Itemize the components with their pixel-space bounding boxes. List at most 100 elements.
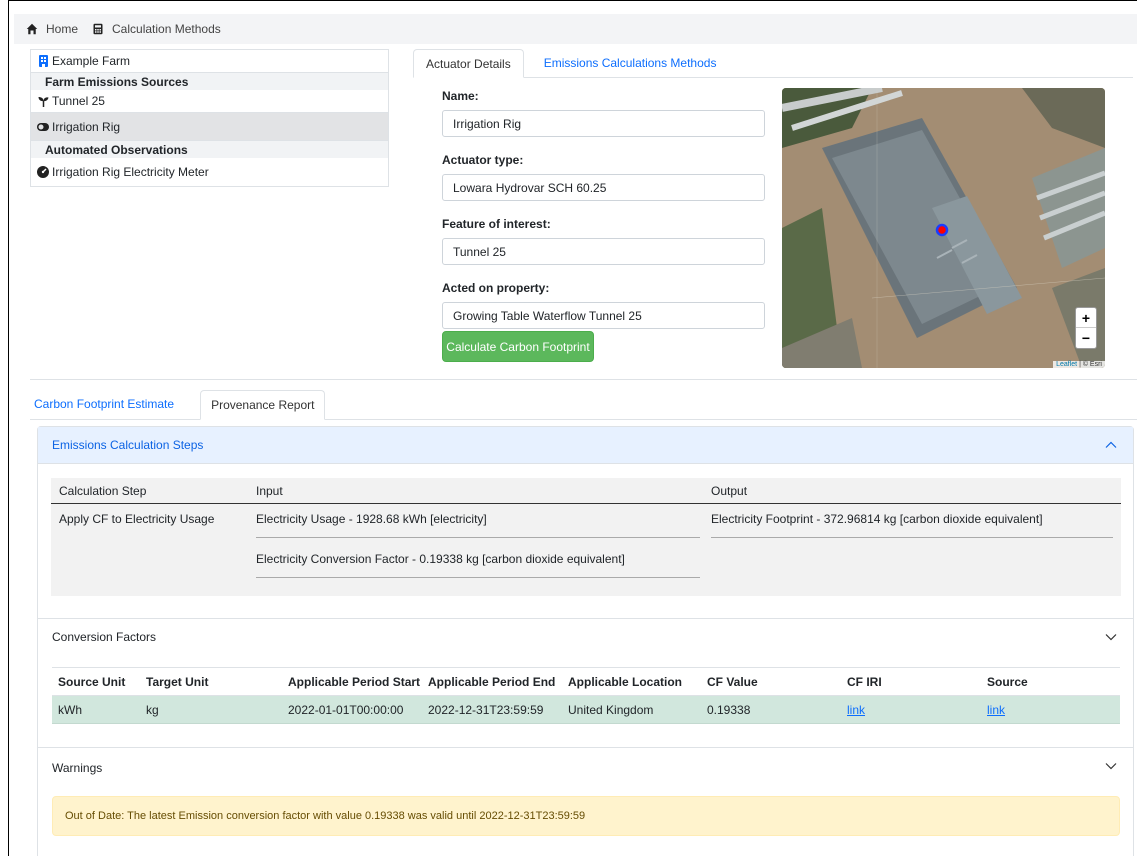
feature-field[interactable]: Tunnel 25: [442, 238, 765, 265]
col-source-unit: Source Unit: [52, 667, 140, 696]
tab-actuator-details[interactable]: Actuator Details: [413, 49, 524, 78]
report-tabs: Carbon Footprint Estimate Provenance Rep…: [30, 390, 1137, 420]
tab-provenance-report[interactable]: Provenance Report: [200, 390, 326, 420]
step-output: Electricity Footprint - 372.96814 kg [ca…: [711, 512, 1043, 526]
tree-irrigation-label: Irrigation Rig: [52, 119, 121, 134]
source-link[interactable]: link: [987, 703, 1005, 717]
gauge-icon: [37, 166, 49, 178]
section-divider: [30, 379, 1137, 380]
chevron-down-icon: [1105, 763, 1117, 770]
actuator-type-field[interactable]: Lowara Hydrovar SCH 60.25: [442, 174, 765, 201]
name-field[interactable]: Irrigation Rig: [442, 110, 765, 137]
conversion-factors-table: Source Unit Target Unit Applicable Perio…: [52, 667, 1120, 724]
emissions-steps-title: Emissions Calculation Steps: [52, 438, 204, 452]
tree-item-farm[interactable]: Example Farm: [31, 50, 388, 73]
col-input: Input: [256, 483, 283, 498]
calculate-carbon-footprint-button[interactable]: Calculate Carbon Footprint: [442, 331, 594, 362]
name-label: Name:: [442, 89, 479, 103]
col-calculation-step: Calculation Step: [59, 483, 147, 498]
warnings-accordion: Warnings Out of Date: The latest Emissio…: [37, 748, 1134, 856]
breadcrumb-home-label: Home: [46, 22, 79, 36]
tab-emissions-methods[interactable]: Emissions Calculations Methods: [532, 48, 729, 77]
attribution-text: | © Esri: [1077, 361, 1102, 368]
actuator-type-value: Lowara Hydrovar SCH 60.25: [453, 180, 607, 195]
col-cf-iri: CF IRI: [841, 667, 981, 696]
calculator-icon: [93, 23, 103, 35]
property-field[interactable]: Growing Table Waterflow Tunnel 25: [442, 302, 765, 329]
property-label: Acted on property:: [442, 281, 550, 295]
conversion-factors-accordion: Conversion Factors Source Unit Target Un…: [37, 619, 1134, 748]
col-target-unit: Target Unit: [140, 667, 282, 696]
cell-source: link: [981, 695, 1120, 724]
chevron-up-icon: [1105, 441, 1117, 448]
breadcrumb: Home Calculation Methods: [14, 14, 1137, 44]
col-location: Applicable Location: [562, 667, 701, 696]
actuator-form: Name: Irrigation Rig Actuator type: Lowa…: [442, 88, 765, 344]
emissions-steps-header[interactable]: Emissions Calculation Steps: [38, 427, 1133, 464]
actuator-type-label: Actuator type:: [442, 153, 524, 167]
toggle-icon: [37, 121, 49, 133]
col-cf-value: CF Value: [701, 667, 841, 696]
cell-period-end: 2022-12-31T23:59:59: [422, 695, 562, 724]
zoom-in-button[interactable]: +: [1076, 308, 1096, 328]
tree-item-irrigation-rig[interactable]: Irrigation Rig: [31, 113, 388, 141]
name-value: Irrigation Rig: [453, 116, 522, 131]
tab-carbon-footprint-estimate[interactable]: Carbon Footprint Estimate: [30, 389, 178, 419]
location-marker: [935, 223, 949, 237]
col-period-end: Applicable Period End: [422, 667, 562, 696]
satellite-imagery: [782, 88, 1105, 368]
cell-cf-iri: link: [841, 695, 981, 724]
property-value: Growing Table Waterflow Tunnel 25: [453, 308, 642, 323]
seedling-icon: [37, 95, 49, 107]
tree-tunnel-label: Tunnel 25: [52, 94, 105, 108]
cell-location: United Kingdom: [562, 695, 701, 724]
chevron-down-icon: [1105, 634, 1117, 641]
breadcrumb-calculation-methods[interactable]: Calculation Methods: [92, 22, 221, 36]
cell-period-start: 2022-01-01T00:00:00: [282, 695, 422, 724]
breadcrumb-home[interactable]: Home: [26, 22, 78, 36]
window-frame-top: [8, 0, 1137, 1]
leaflet-link[interactable]: Leaflet: [1056, 361, 1077, 368]
step-name: Apply CF to Electricity Usage: [59, 512, 215, 526]
tree-item-meter[interactable]: Irrigation Rig Electricity Meter: [31, 158, 388, 186]
col-source: Source: [981, 667, 1120, 696]
input-divider: [256, 577, 700, 578]
calculation-steps-table: Calculation Step Input Output Apply CF t…: [51, 478, 1121, 596]
step-input-usage: Electricity Usage - 1928.68 kWh [electri…: [256, 512, 487, 526]
output-divider: [711, 537, 1113, 538]
top-tabs: Actuator Details Emissions Calculations …: [413, 49, 1133, 78]
feature-value: Tunnel 25: [453, 244, 506, 259]
satellite-map[interactable]: + − Leaflet | © Esri: [782, 88, 1105, 368]
cell-cf-value: 0.19338: [701, 695, 841, 724]
window-frame-left: [8, 0, 9, 856]
map-zoom-control: + −: [1075, 307, 1097, 349]
table-header-row: Source Unit Target Unit Applicable Perio…: [52, 667, 1120, 696]
zoom-out-button[interactable]: −: [1076, 328, 1096, 348]
tree-header-sources: Farm Emissions Sources: [31, 73, 388, 90]
farm-tree: Example Farm Farm Emissions Sources Tunn…: [30, 49, 389, 187]
warnings-title: Warnings: [52, 761, 103, 775]
building-icon: [37, 55, 49, 67]
col-period-start: Applicable Period Start: [282, 667, 422, 696]
col-output: Output: [711, 483, 748, 498]
tree-header-observations: Automated Observations: [31, 141, 388, 158]
emissions-steps-accordion: Emissions Calculation Steps Calculation …: [37, 426, 1134, 619]
tree-meter-label: Irrigation Rig Electricity Meter: [52, 165, 209, 179]
map-attribution: Leaflet | © Esri: [1053, 361, 1105, 368]
breadcrumb-calc-label: Calculation Methods: [112, 22, 221, 36]
warnings-header[interactable]: Warnings: [38, 748, 1133, 788]
cell-source-unit: kWh: [52, 695, 140, 724]
tree-farm-label: Example Farm: [52, 54, 131, 68]
input-divider: [256, 537, 700, 538]
feature-label: Feature of interest:: [442, 217, 551, 231]
tree-item-tunnel[interactable]: Tunnel 25: [31, 90, 388, 113]
step-input-factor: Electricity Conversion Factor - 0.19338 …: [256, 552, 625, 566]
header-divider: [51, 503, 1121, 504]
conversion-factors-header[interactable]: Conversion Factors: [38, 619, 1133, 655]
cf-iri-link[interactable]: link: [847, 703, 865, 717]
out-of-date-warning: Out of Date: The latest Emission convers…: [52, 796, 1120, 836]
table-row: kWh kg 2022-01-01T00:00:00 2022-12-31T23…: [52, 695, 1120, 724]
home-icon: [26, 23, 38, 35]
cell-target-unit: kg: [140, 695, 282, 724]
conversion-factors-title: Conversion Factors: [52, 630, 157, 644]
